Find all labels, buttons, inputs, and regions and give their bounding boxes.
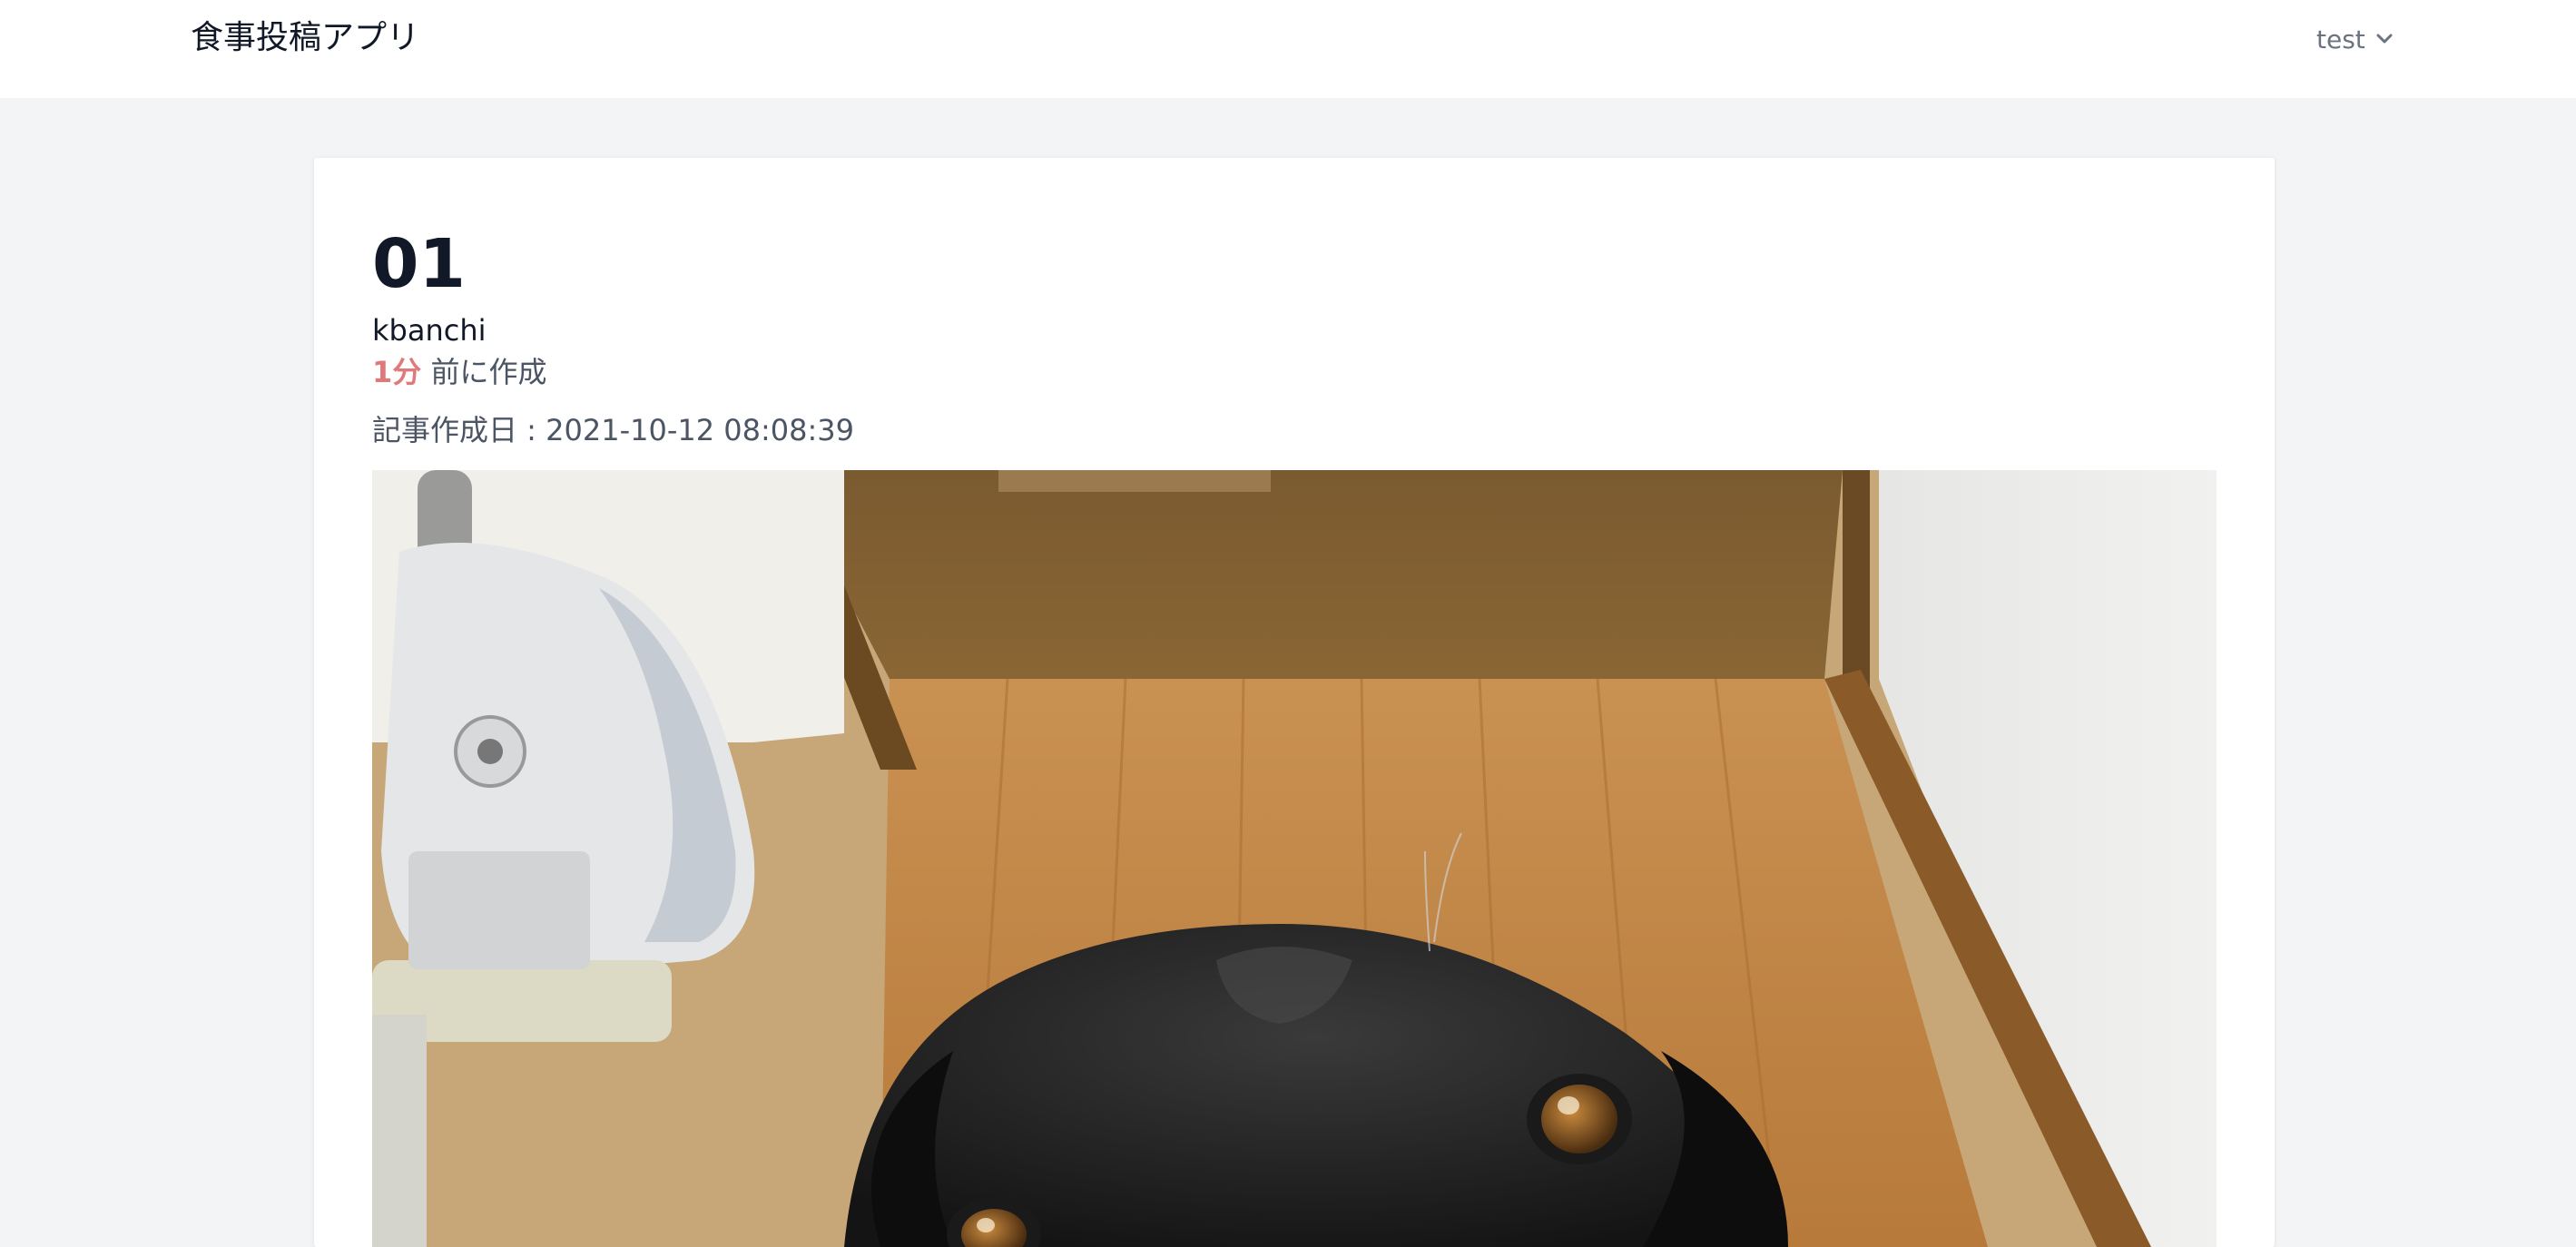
post-created-date: 記事作成日 : 2021-10-12 08:08:39	[372, 410, 854, 450]
created-date-label: 記事作成日 :	[372, 413, 546, 447]
post-relative-time: 1分 前に作成	[372, 352, 546, 392]
post-title: 01	[372, 225, 466, 303]
relative-time-value: 1分	[372, 355, 422, 389]
relative-time-suffix: 前に作成	[421, 355, 547, 389]
user-menu-dropdown[interactable]: test	[2316, 18, 2393, 60]
app-title[interactable]: 食事投稿アプリ	[191, 13, 419, 64]
user-name[interactable]: test	[2316, 25, 2365, 54]
dog-photo-illustration	[372, 470, 2217, 1247]
chevron-down-icon[interactable]	[2376, 34, 2393, 44]
created-date-value: 2021-10-12 08:08:39	[546, 413, 854, 447]
post-card: 01 kbanchi 1分 前に作成 記事作成日 : 2021-10-12 08…	[314, 158, 2275, 1247]
post-photo	[372, 470, 2217, 1247]
top-navigation-bar: 食事投稿アプリ test	[0, 0, 2576, 98]
post-author: kbanchi	[372, 313, 487, 348]
